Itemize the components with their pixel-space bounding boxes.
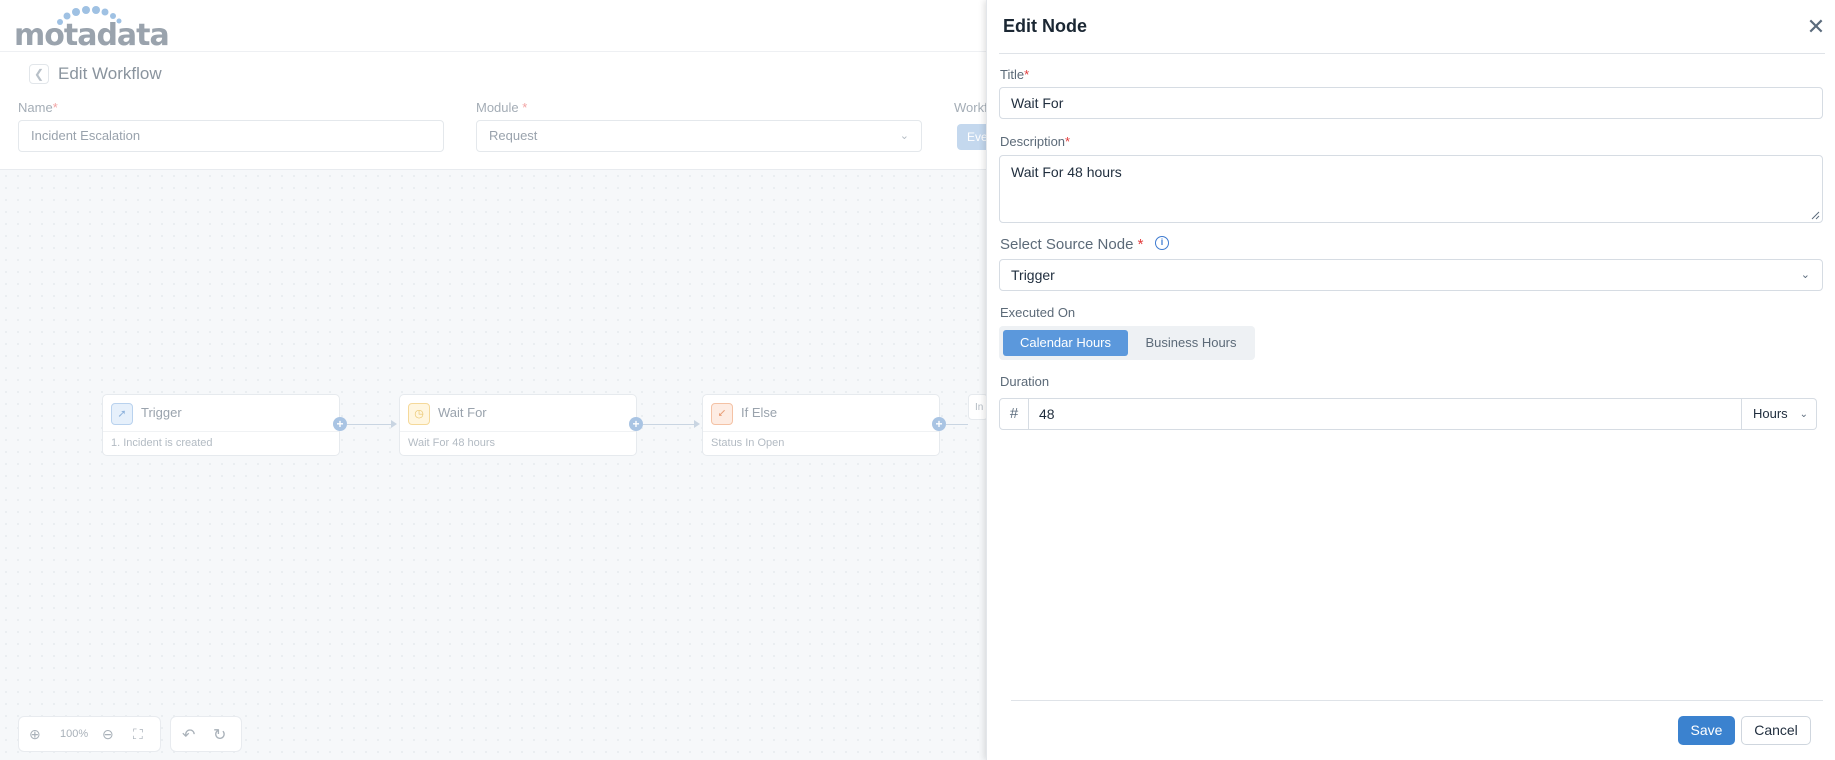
info-icon[interactable]: i bbox=[1155, 236, 1169, 250]
duration-unit-value: Hours bbox=[1753, 406, 1788, 421]
logo-text: motadata bbox=[14, 18, 170, 53]
close-icon[interactable]: ✕ bbox=[1805, 16, 1827, 38]
connector-line bbox=[347, 424, 391, 425]
footer-divider bbox=[1011, 700, 1823, 701]
rocket-icon: ➚ bbox=[111, 403, 133, 425]
save-button[interactable]: Save bbox=[1678, 716, 1735, 745]
resize-grip-icon[interactable] bbox=[1810, 210, 1820, 220]
connector-arrow bbox=[391, 420, 397, 428]
history-controls: ↶ ↻ bbox=[170, 716, 242, 752]
duration-field[interactable]: 48 bbox=[1029, 398, 1742, 430]
name-field[interactable]: Incident Escalation bbox=[18, 120, 444, 152]
back-button[interactable]: ❮ bbox=[29, 64, 49, 84]
workflow-node-partial[interactable]: In bbox=[968, 394, 988, 420]
executed-on-toggle: Calendar Hours Business Hours bbox=[999, 326, 1255, 360]
motadata-logo: motadata bbox=[14, 6, 170, 53]
duration-label: Duration bbox=[1000, 374, 1050, 389]
cancel-button[interactable]: Cancel bbox=[1741, 716, 1811, 745]
node-title: Wait For bbox=[438, 405, 487, 420]
drawer-divider bbox=[999, 53, 1825, 54]
duration-unit-select[interactable]: Hours ⌄ bbox=[1742, 398, 1817, 430]
zoom-in-icon[interactable]: ⊕ bbox=[29, 726, 41, 743]
source-node-select[interactable]: Trigger ⌄ bbox=[999, 259, 1823, 291]
add-node-button[interactable]: + bbox=[629, 417, 643, 431]
workflow-node-if-else[interactable]: ⭩ If Else Status In Open bbox=[702, 394, 940, 456]
page-title: Edit Workflow bbox=[58, 64, 162, 83]
hash-icon: # bbox=[999, 398, 1029, 430]
business-hours-option[interactable]: Business Hours bbox=[1132, 330, 1250, 356]
node-divider bbox=[400, 431, 636, 432]
node-subtitle: 1. Incident is created bbox=[111, 437, 213, 449]
source-node-value: Trigger bbox=[1011, 267, 1055, 283]
edit-node-drawer: Edit Node ✕ Title* Wait For Description*… bbox=[986, 0, 1835, 760]
description-value: Wait For 48 hours bbox=[1011, 164, 1122, 180]
description-label: Description* bbox=[1000, 134, 1071, 149]
description-field[interactable]: Wait For 48 hours bbox=[999, 155, 1823, 223]
node-title: If Else bbox=[741, 405, 778, 420]
connector-line bbox=[643, 424, 694, 425]
module-label: Module * bbox=[476, 100, 528, 115]
duration-group: # 48 Hours ⌄ bbox=[999, 398, 1817, 430]
calendar-hours-option[interactable]: Calendar Hours bbox=[1003, 330, 1128, 356]
fit-screen-icon[interactable]: ⛶ bbox=[133, 726, 143, 743]
node-title: Trigger bbox=[141, 405, 182, 420]
connector-arrow bbox=[694, 420, 700, 428]
chevron-down-icon: ⌄ bbox=[1800, 269, 1810, 281]
zoom-level: 100% bbox=[60, 728, 89, 740]
node-subtitle: Status In Open bbox=[711, 437, 785, 449]
title-field[interactable]: Wait For bbox=[999, 87, 1823, 119]
name-label: Name* bbox=[18, 100, 58, 115]
executed-on-label: Executed On bbox=[1000, 305, 1076, 320]
redo-icon[interactable]: ↻ bbox=[213, 725, 226, 745]
module-select[interactable]: Request ⌄ bbox=[476, 120, 922, 152]
chevron-down-icon: ⌄ bbox=[1799, 409, 1808, 420]
drawer-title: Edit Node bbox=[1003, 16, 1087, 36]
workflow-node-wait-for[interactable]: ◷ Wait For Wait For 48 hours bbox=[399, 394, 637, 456]
workflow-node-trigger[interactable]: ➚ Trigger 1. Incident is created bbox=[102, 394, 340, 456]
node-divider bbox=[103, 431, 339, 432]
chevron-down-icon: ⌄ bbox=[899, 130, 909, 142]
zoom-controls: ⊕ 100% ⊖ ⛶ bbox=[18, 716, 161, 752]
source-node-label: Select Source Node * bbox=[1000, 236, 1144, 253]
branch-icon: ⭩ bbox=[711, 403, 733, 425]
add-node-button[interactable]: + bbox=[333, 417, 347, 431]
undo-icon[interactable]: ↶ bbox=[182, 725, 195, 745]
add-node-button[interactable]: + bbox=[932, 417, 946, 431]
node-subtitle: Wait For 48 hours bbox=[408, 437, 496, 449]
module-value: Request bbox=[489, 128, 538, 143]
connector-line bbox=[946, 424, 968, 425]
chevron-left-icon: ❮ bbox=[33, 67, 45, 81]
node-divider bbox=[703, 431, 939, 432]
clock-icon: ◷ bbox=[408, 403, 430, 425]
title-label: Title* bbox=[1000, 67, 1030, 82]
zoom-out-icon[interactable]: ⊖ bbox=[102, 726, 114, 743]
